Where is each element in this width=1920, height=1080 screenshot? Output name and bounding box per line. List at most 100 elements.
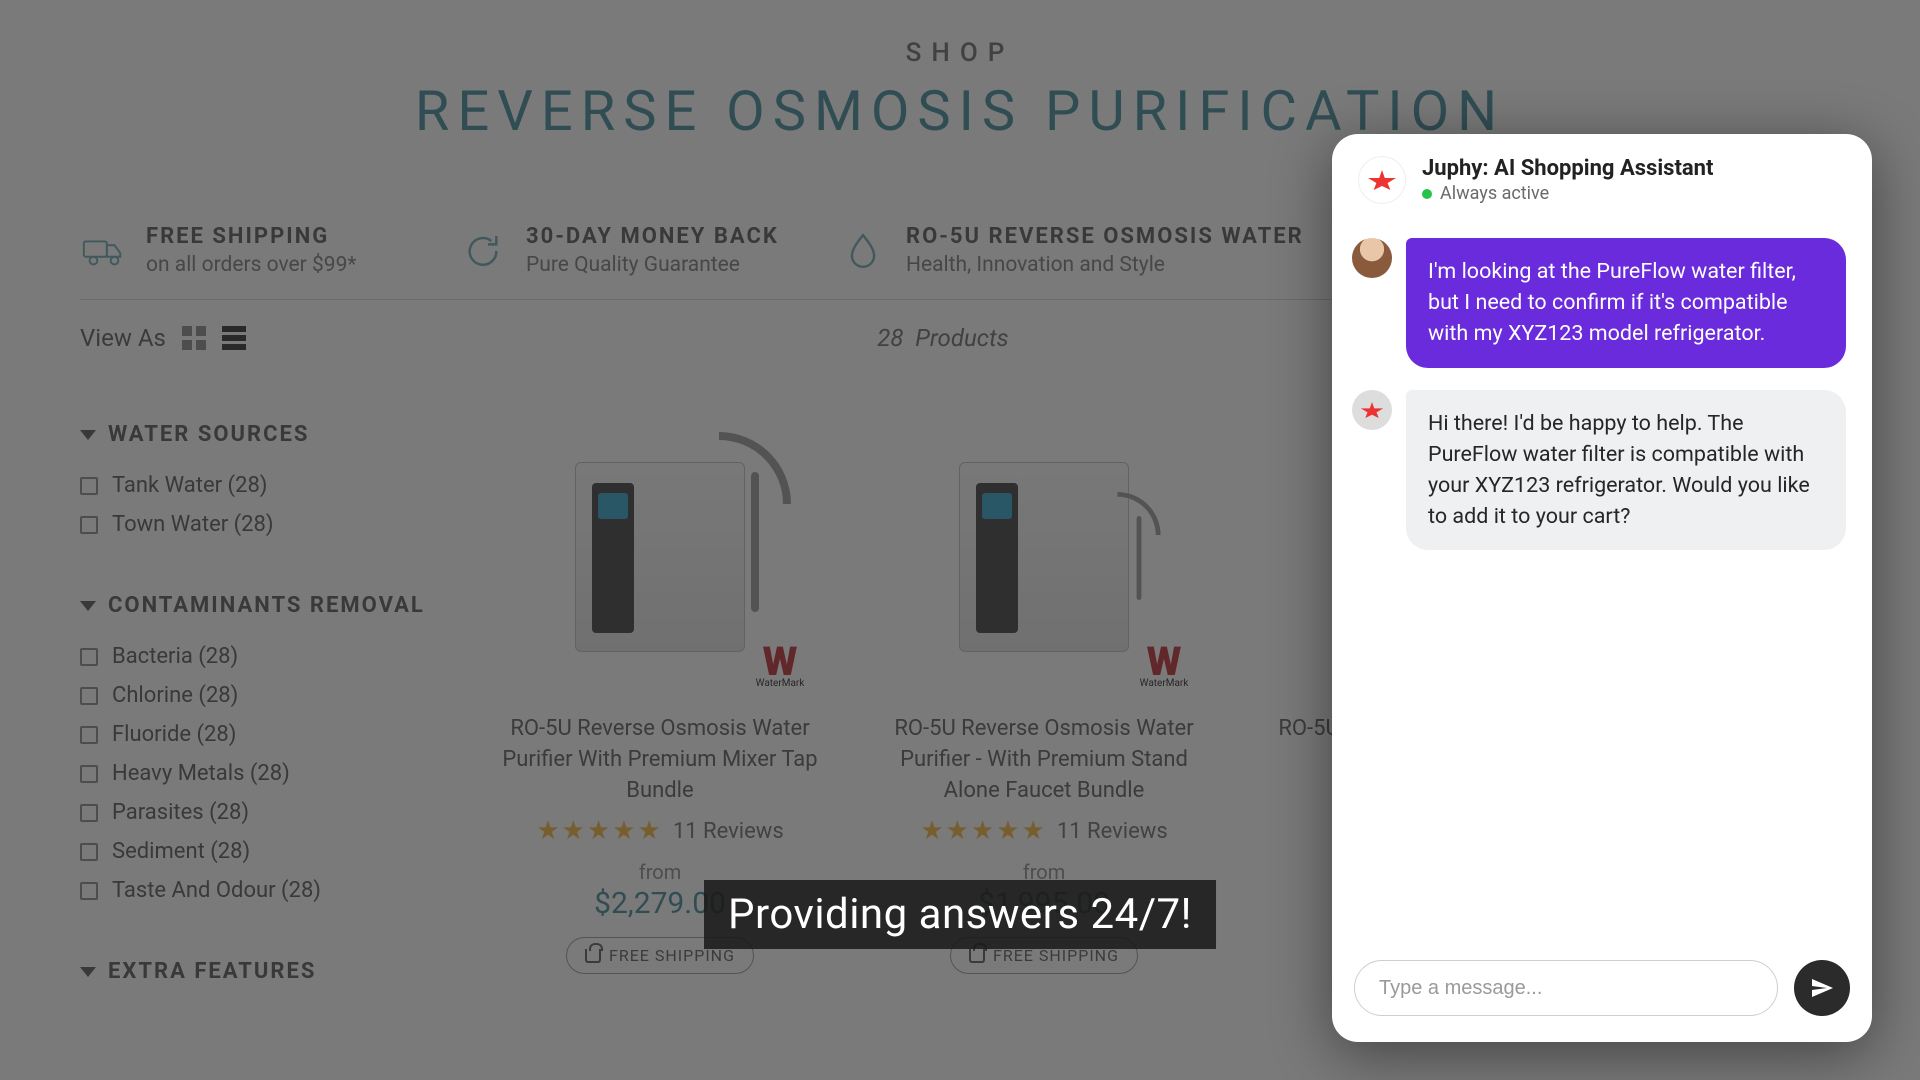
filter-heading-label: CONTAMINANTS REMOVAL — [108, 593, 425, 618]
chevron-down-icon — [80, 430, 96, 440]
checkbox-icon[interactable] — [80, 726, 98, 744]
filter-item-label: Chlorine (28) — [112, 683, 238, 708]
checkbox-icon[interactable] — [80, 477, 98, 495]
filter-item[interactable]: Heavy Metals (28) — [80, 761, 430, 786]
filter-group-water-sources: WATER SOURCES Tank Water (28) Town Water… — [80, 422, 430, 537]
refresh-icon — [460, 228, 506, 274]
chat-message-user: I'm looking at the PureFlow water filter… — [1352, 238, 1852, 368]
filter-item-label: Taste And Odour (28) — [112, 878, 321, 903]
filter-item-label: Sediment (28) — [112, 839, 250, 864]
cart-icon — [585, 949, 601, 963]
product-reviews: 11 Reviews — [1057, 819, 1168, 844]
product-card[interactable]: WWaterMark RO-5U Reverse Osmosis Water P… — [874, 422, 1214, 984]
watermark-badge: WWaterMark — [1128, 636, 1200, 698]
grid-view-icon[interactable] — [182, 326, 206, 350]
product-title: RO-5U Reverse Osmosis Water Purifier Wit… — [490, 714, 830, 806]
perk-money-back: 30-DAY MONEY BACK Pure Quality Guarantee — [460, 224, 780, 277]
bot-logo-icon — [1361, 402, 1383, 418]
droplet-icon — [840, 228, 886, 274]
chat-body[interactable]: I'm looking at the PureFlow water filter… — [1332, 214, 1872, 942]
truck-icon — [80, 228, 126, 274]
watermark-badge: WWaterMark — [744, 636, 816, 698]
checkbox-icon[interactable] — [80, 882, 98, 900]
perk-ro5u: RO-5U REVERSE OSMOSIS WATER Health, Inno… — [840, 224, 1304, 277]
chat-message-bot: Hi there! I'd be happy to help. The Pure… — [1352, 390, 1852, 551]
badge-label: FREE SHIPPING — [993, 946, 1119, 965]
filter-item[interactable]: Fluoride (28) — [80, 722, 430, 747]
price-from-label: from — [874, 860, 1214, 884]
filter-item[interactable]: Taste And Odour (28) — [80, 878, 430, 903]
perk-sub: Health, Innovation and Style — [906, 253, 1304, 277]
chat-bubble-bot: Hi there! I'd be happy to help. The Pure… — [1406, 390, 1846, 551]
filter-item-label: Bacteria (28) — [112, 644, 238, 669]
filter-group-contaminants: CONTAMINANTS REMOVAL Bacteria (28) Chlor… — [80, 593, 430, 903]
status-dot-icon — [1422, 189, 1432, 199]
cart-icon — [969, 949, 985, 963]
price-from-label: from — [490, 860, 830, 884]
filter-item[interactable]: Sediment (28) — [80, 839, 430, 864]
filter-item-label: Fluoride (28) — [112, 722, 236, 747]
badge-label: FREE SHIPPING — [609, 946, 735, 965]
filter-heading-label: WATER SOURCES — [108, 422, 309, 447]
filter-item[interactable]: Town Water (28) — [80, 512, 430, 537]
product-price: $2,279.00 — [490, 886, 830, 921]
checkbox-icon[interactable] — [80, 516, 98, 534]
chat-header: Juphy: AI Shopping Assistant Always acti… — [1332, 134, 1872, 214]
product-count: 28 — [877, 324, 903, 352]
filter-heading-label: EXTRA FEATURES — [108, 959, 316, 984]
bot-avatar — [1358, 156, 1406, 204]
checkbox-icon[interactable] — [80, 843, 98, 861]
chat-widget: Juphy: AI Shopping Assistant Always acti… — [1332, 134, 1872, 1042]
perk-free-shipping: FREE SHIPPING on all orders over $99* — [80, 224, 400, 277]
filter-item[interactable]: Bacteria (28) — [80, 644, 430, 669]
chat-title: Juphy: AI Shopping Assistant — [1422, 156, 1713, 181]
perk-title: 30-DAY MONEY BACK — [526, 224, 779, 249]
product-image: WWaterMark — [510, 422, 810, 692]
chat-status-label: Always active — [1440, 183, 1549, 204]
star-rating-icon: ★★★★★ — [536, 816, 663, 846]
view-as-label: View As — [80, 324, 166, 352]
checkbox-icon[interactable] — [80, 804, 98, 822]
product-reviews: 11 Reviews — [673, 819, 784, 844]
checkbox-icon[interactable] — [80, 687, 98, 705]
send-icon — [1810, 976, 1834, 1000]
bot-logo-icon — [1368, 170, 1396, 190]
user-avatar — [1352, 238, 1392, 278]
perk-sub: on all orders over $99* — [146, 253, 356, 277]
perk-sub: Pure Quality Guarantee — [526, 253, 779, 277]
checkbox-icon[interactable] — [80, 648, 98, 666]
page-subtitle: SHOP — [70, 38, 1850, 68]
product-count-label: Products — [915, 324, 1008, 352]
filter-item-label: Tank Water (28) — [112, 473, 267, 498]
chat-input[interactable] — [1354, 960, 1778, 1016]
product-price: $1,995.00 — [874, 886, 1214, 921]
filter-heading[interactable]: WATER SOURCES — [80, 422, 430, 447]
bot-avatar — [1352, 390, 1392, 430]
filter-heading[interactable]: CONTAMINANTS REMOVAL — [80, 593, 430, 618]
chat-bubble-user: I'm looking at the PureFlow water filter… — [1406, 238, 1846, 368]
product-title: RO-5U Reverse Osmosis Water Purifier - W… — [874, 714, 1214, 806]
perk-title: RO-5U REVERSE OSMOSIS WATER — [906, 224, 1304, 249]
filter-item-label: Parasites (28) — [112, 800, 249, 825]
chevron-down-icon — [80, 601, 96, 611]
product-image: WWaterMark — [894, 422, 1194, 692]
filter-item-label: Town Water (28) — [112, 512, 274, 537]
filter-group-extra-features: EXTRA FEATURES — [80, 959, 430, 984]
free-shipping-badge: FREE SHIPPING — [950, 937, 1138, 974]
send-button[interactable] — [1794, 960, 1850, 1016]
free-shipping-badge: FREE SHIPPING — [566, 937, 754, 974]
filter-heading[interactable]: EXTRA FEATURES — [80, 959, 430, 984]
chevron-down-icon — [80, 967, 96, 977]
filter-item[interactable]: Parasites (28) — [80, 800, 430, 825]
product-card[interactable]: WWaterMark RO-5U Reverse Osmosis Water P… — [490, 422, 830, 984]
checkbox-icon[interactable] — [80, 765, 98, 783]
star-rating-icon: ★★★★★ — [920, 816, 1047, 846]
list-view-icon[interactable] — [222, 326, 246, 350]
filter-item-label: Heavy Metals (28) — [112, 761, 290, 786]
chat-status: Always active — [1422, 183, 1713, 204]
filters-sidebar: WATER SOURCES Tank Water (28) Town Water… — [80, 422, 430, 984]
chat-input-row — [1332, 942, 1872, 1042]
filter-item[interactable]: Tank Water (28) — [80, 473, 430, 498]
perk-title: FREE SHIPPING — [146, 224, 356, 249]
filter-item[interactable]: Chlorine (28) — [80, 683, 430, 708]
